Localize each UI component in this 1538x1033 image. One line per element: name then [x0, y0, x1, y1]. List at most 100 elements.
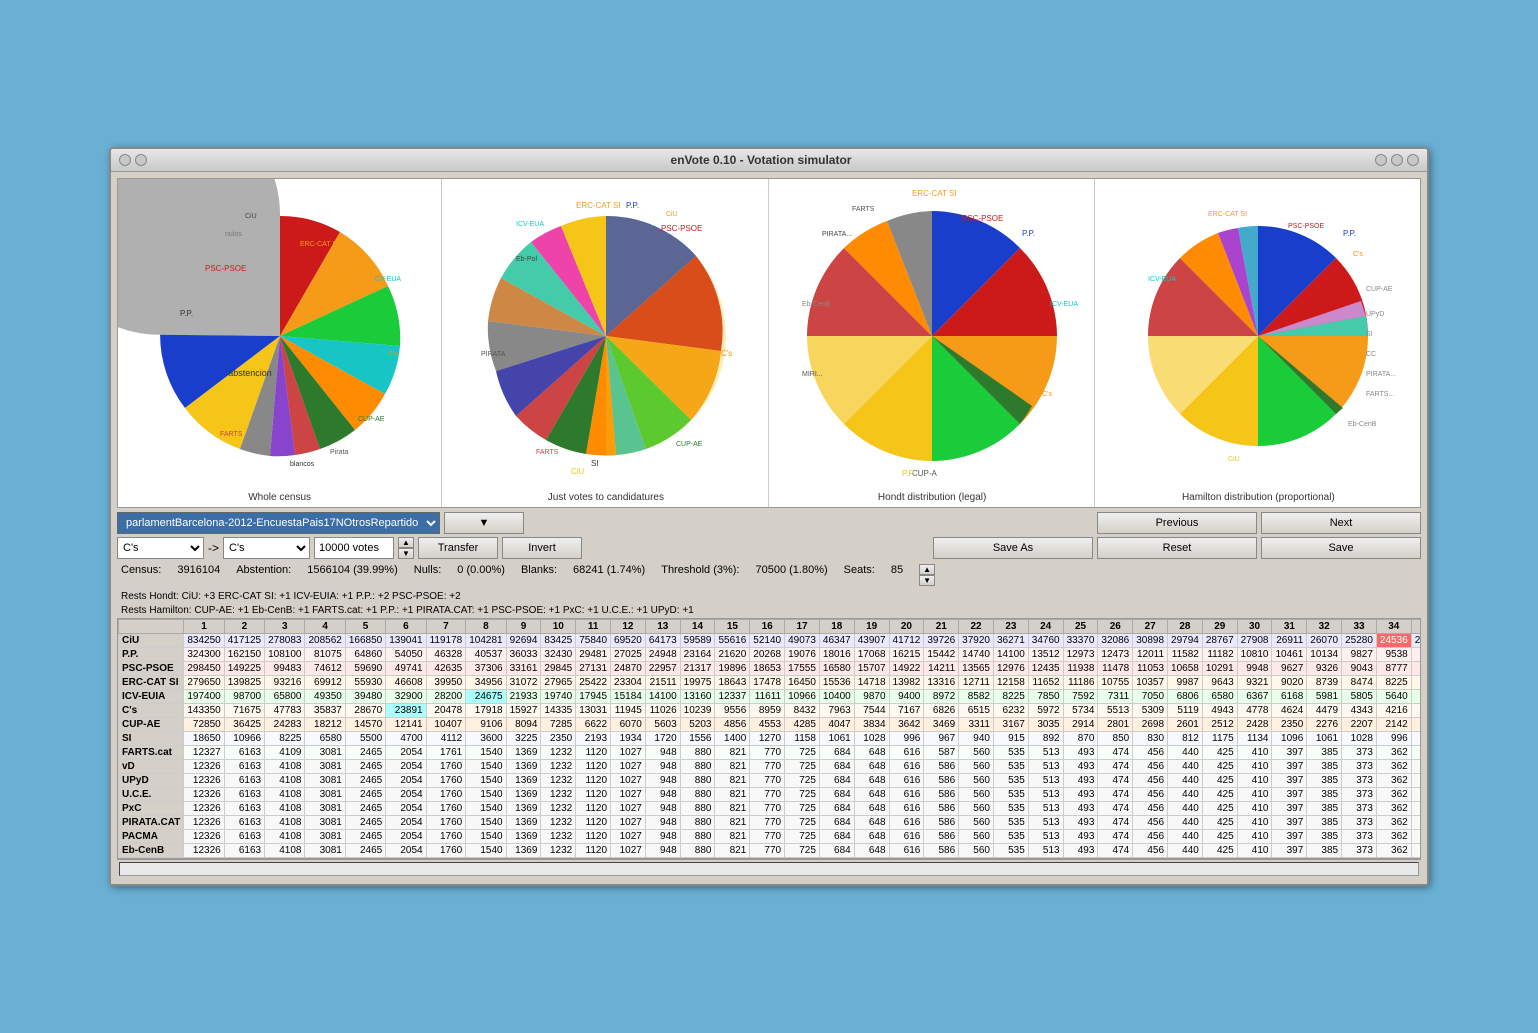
scenario-dropdown[interactable]: parlamentBarcelona-2012-EncuestaPais17NO…: [117, 512, 440, 534]
cell-6-33: 2142: [1376, 718, 1411, 732]
cell-11-23: 513: [1028, 788, 1063, 802]
cell-4-28: 6580: [1202, 690, 1237, 704]
svg-text:PSC-PSOE: PSC-PSOE: [1288, 223, 1325, 230]
cell-2-30: 9627: [1272, 662, 1307, 676]
cell-2-17: 16580: [819, 662, 854, 676]
cell-12-7: 1540: [466, 802, 506, 816]
previous-button[interactable]: Previous: [1097, 512, 1257, 534]
cell-3-8: 31072: [506, 676, 541, 690]
party-to-select[interactable]: CiUP.P.PSC-PSOEERC-CAT SIICV-EUIAC'sCUP-…: [223, 537, 310, 559]
svg-text:CiU: CiU: [1228, 456, 1240, 463]
transfer-button[interactable]: Transfer: [418, 537, 498, 559]
svg-text:P.P.: P.P.: [626, 201, 639, 210]
votes-down-btn[interactable]: ▼: [398, 548, 414, 559]
cell-9-16: 725: [785, 760, 820, 774]
cell-3-32: 8474: [1342, 676, 1377, 690]
svg-text:ICV-EUA: ICV-EUA: [1148, 276, 1176, 283]
cell-4-21: 8582: [959, 690, 994, 704]
cell-0-23: 34760: [1028, 634, 1063, 648]
cell-10-13: 880: [680, 774, 715, 788]
cell-1-16: 19076: [785, 648, 820, 662]
party-from-select[interactable]: CiUP.P.PSC-PSOEERC-CAT SIICV-EUIAC'sCUP-…: [117, 537, 204, 559]
col-header-7: 7: [426, 620, 466, 634]
cell-4-0: 197400: [184, 690, 224, 704]
cell-15-5: 2054: [386, 844, 426, 858]
maximize-icon[interactable]: [135, 154, 147, 166]
cell-4-26: 7050: [1133, 690, 1168, 704]
cell-0-13: 59589: [680, 634, 715, 648]
cell-1-5: 54050: [386, 648, 426, 662]
cell-9-13: 880: [680, 760, 715, 774]
col-header-31: 31: [1272, 620, 1307, 634]
cell-12-25: 474: [1098, 802, 1133, 816]
cell-9-9: 1232: [541, 760, 576, 774]
cell-3-30: 9020: [1272, 676, 1307, 690]
close-icon[interactable]: [1375, 154, 1387, 166]
cell-8-16: 725: [785, 746, 820, 760]
cell-14-25: 474: [1098, 830, 1133, 844]
seats-down-btn[interactable]: ▼: [919, 575, 935, 586]
cell-6-31: 2276: [1307, 718, 1342, 732]
next-button[interactable]: Next: [1261, 512, 1421, 534]
chart-label-2: Just votes to candidatures: [548, 492, 664, 503]
cell-12-20: 586: [924, 802, 959, 816]
cell-1-1: 162150: [224, 648, 264, 662]
cell-11-28: 425: [1202, 788, 1237, 802]
cell-6-3: 18212: [305, 718, 345, 732]
cell-13-4: 2465: [345, 816, 385, 830]
votes-up-btn[interactable]: ▲: [398, 537, 414, 548]
cell-1-27: 11582: [1168, 648, 1203, 662]
cell-14-23: 513: [1028, 830, 1063, 844]
cell-14-29: 410: [1237, 830, 1272, 844]
svg-text:CC: CC: [1366, 351, 1376, 358]
cell-1-7: 40537: [466, 648, 506, 662]
minimize-icon[interactable]: [119, 154, 131, 166]
svg-text:C's: C's: [1042, 391, 1052, 398]
cell-7-11: 1934: [611, 732, 646, 746]
cell-2-26: 11053: [1133, 662, 1168, 676]
col-header-13: 13: [645, 620, 680, 634]
cell-6-13: 5203: [680, 718, 715, 732]
cell-13-2: 4108: [265, 816, 305, 830]
cell-7-29: 1134: [1237, 732, 1272, 746]
cell-14-20: 586: [924, 830, 959, 844]
cell-14-26: 456: [1133, 830, 1168, 844]
cell-0-19: 41712: [889, 634, 924, 648]
cell-15-34: 352: [1411, 844, 1421, 858]
cell-14-27: 440: [1168, 830, 1203, 844]
minimize-right-icon[interactable]: [1407, 154, 1419, 166]
cell-2-33: 8777: [1376, 662, 1411, 676]
cell-8-10: 1120: [576, 746, 611, 760]
horizontal-scrollbar[interactable]: [119, 862, 1419, 876]
cell-1-10: 29481: [576, 648, 611, 662]
cell-10-33: 362: [1376, 774, 1411, 788]
cell-2-28: 10291: [1202, 662, 1237, 676]
cell-5-18: 7544: [854, 704, 889, 718]
votes-input[interactable]: [314, 537, 394, 559]
dropdown-arrow-btn[interactable]: ▼: [444, 512, 524, 534]
cell-0-8: 92694: [506, 634, 541, 648]
cell-3-28: 9643: [1202, 676, 1237, 690]
seats-up-btn[interactable]: ▲: [919, 564, 935, 575]
col-header-6: 6: [386, 620, 426, 634]
cell-0-28: 28767: [1202, 634, 1237, 648]
cell-14-17: 684: [819, 830, 854, 844]
cell-9-12: 948: [645, 760, 680, 774]
save-button[interactable]: Save: [1261, 537, 1421, 559]
invert-button[interactable]: Invert: [502, 537, 582, 559]
cell-9-0: 12326: [184, 760, 224, 774]
cell-4-16: 10966: [785, 690, 820, 704]
cell-0-7: 104281: [466, 634, 506, 648]
cell-1-24: 12973: [1063, 648, 1098, 662]
table-row: UPyD123266163410830812465205417601540136…: [119, 774, 1422, 788]
reset-button[interactable]: Reset: [1097, 537, 1257, 559]
restore-icon[interactable]: [1391, 154, 1403, 166]
cell-10-21: 560: [959, 774, 994, 788]
svg-text:ERC-CAT SI: ERC-CAT SI: [912, 189, 957, 198]
cell-15-10: 1120: [576, 844, 611, 858]
svg-text:P.P.: P.P.: [1343, 229, 1356, 238]
cell-3-17: 15536: [819, 676, 854, 690]
cell-3-11: 23304: [611, 676, 646, 690]
cell-4-15: 11611: [750, 690, 785, 704]
save-as-button[interactable]: Save As: [933, 537, 1093, 559]
